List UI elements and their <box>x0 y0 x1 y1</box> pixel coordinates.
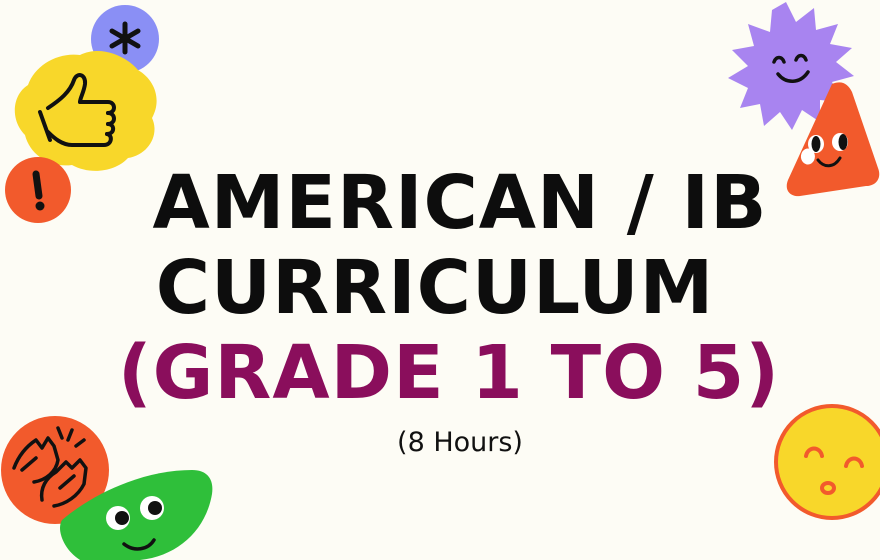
sun-face-icon <box>774 404 880 520</box>
duration-subtitle: (8 Hours) <box>397 427 523 458</box>
title-line-3-grade-range: (GRADE 1 TO 5) <box>117 330 781 416</box>
poster: AMERICAN / IB CURRICULUM (GRADE 1 TO 5) … <box>0 0 880 560</box>
thumbs-up-icon <box>14 50 157 171</box>
title-line-1: AMERICAN / IB <box>152 160 768 246</box>
title-line-2: CURRICULUM <box>155 245 715 331</box>
